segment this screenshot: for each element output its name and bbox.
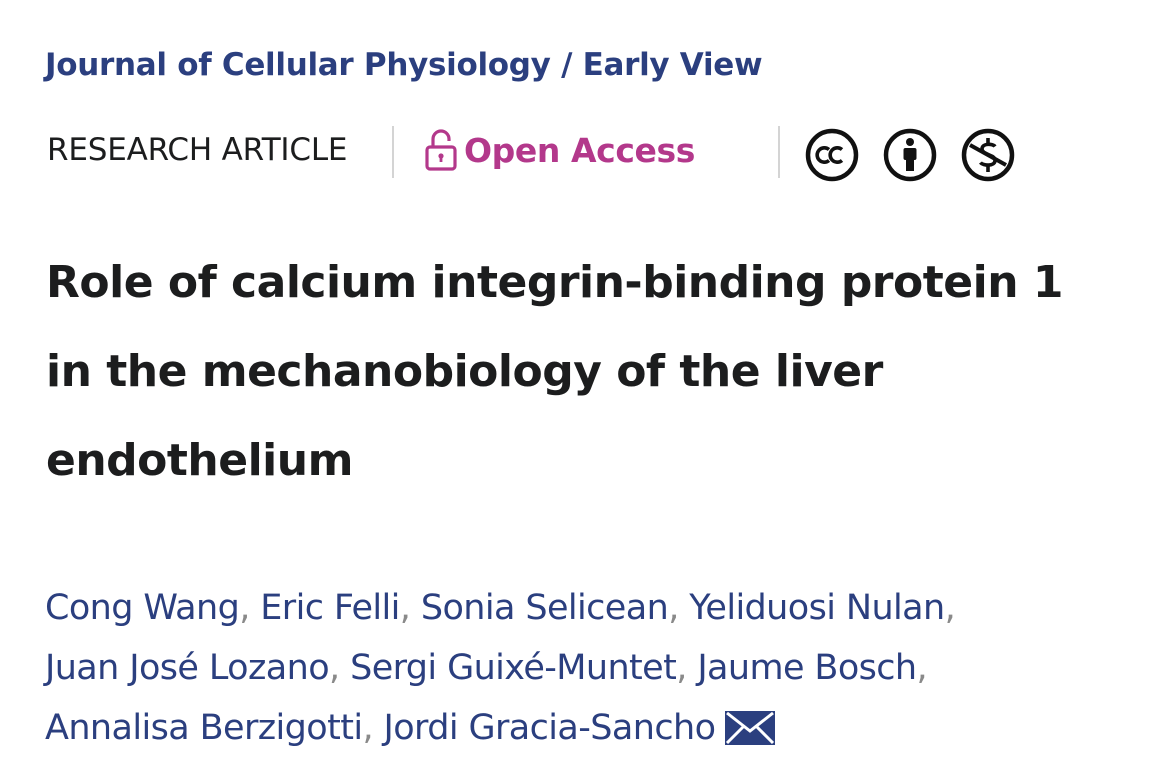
author-separator: , <box>399 588 411 628</box>
author-link[interactable]: Eric Felli <box>260 588 400 628</box>
journal-breadcrumb-link[interactable]: Journal of Cellular Physiology / Early V… <box>45 47 763 83</box>
author-link[interactable]: Jaume Bosch <box>697 648 917 688</box>
non-commercial-icon[interactable] <box>960 127 1016 183</box>
author-link[interactable]: Jordi Gracia-Sancho <box>384 708 716 748</box>
author-separator: , <box>362 708 373 748</box>
author-separator: , <box>668 588 679 628</box>
open-access-badge[interactable]: Open Access <box>424 128 695 172</box>
author-link[interactable]: Sonia Selicean <box>421 588 669 628</box>
author-link[interactable]: Annalisa Berzigotti <box>45 708 363 748</box>
title-line: in the mechanobiology of the liver <box>46 346 883 397</box>
author-link[interactable]: Sergi Guixé-Muntet <box>350 648 677 688</box>
author-link[interactable]: Cong Wang <box>45 588 240 628</box>
author-link[interactable]: Juan José Lozano <box>45 648 330 688</box>
article-title: Role of calcium integrin-binding protein… <box>46 238 1146 505</box>
author-separator: , <box>676 648 687 688</box>
meta-divider <box>778 126 780 178</box>
license-icons[interactable] <box>804 127 1016 183</box>
author-separator: , <box>916 648 928 688</box>
title-line: endothelium <box>46 435 353 486</box>
envelope-icon[interactable] <box>725 711 776 745</box>
meta-divider <box>392 126 394 178</box>
author-link[interactable]: Yeliduosi Nulan <box>689 588 945 628</box>
author-list: Cong Wang, Eric Felli, Sonia Selicean, Y… <box>45 578 1145 758</box>
author-separator: , <box>329 648 340 688</box>
author-separator: , <box>944 588 956 628</box>
creative-commons-icon[interactable] <box>804 127 860 183</box>
open-lock-icon <box>425 129 457 171</box>
attribution-icon[interactable] <box>882 127 938 183</box>
open-access-label: Open Access <box>464 130 695 170</box>
author-separator: , <box>239 588 250 628</box>
article-type-label: RESEARCH ARTICLE <box>47 132 348 168</box>
title-line: Role of calcium integrin-binding protein… <box>46 257 1063 308</box>
article-meta-row: RESEARCH ARTICLE Open Access <box>47 118 1047 190</box>
